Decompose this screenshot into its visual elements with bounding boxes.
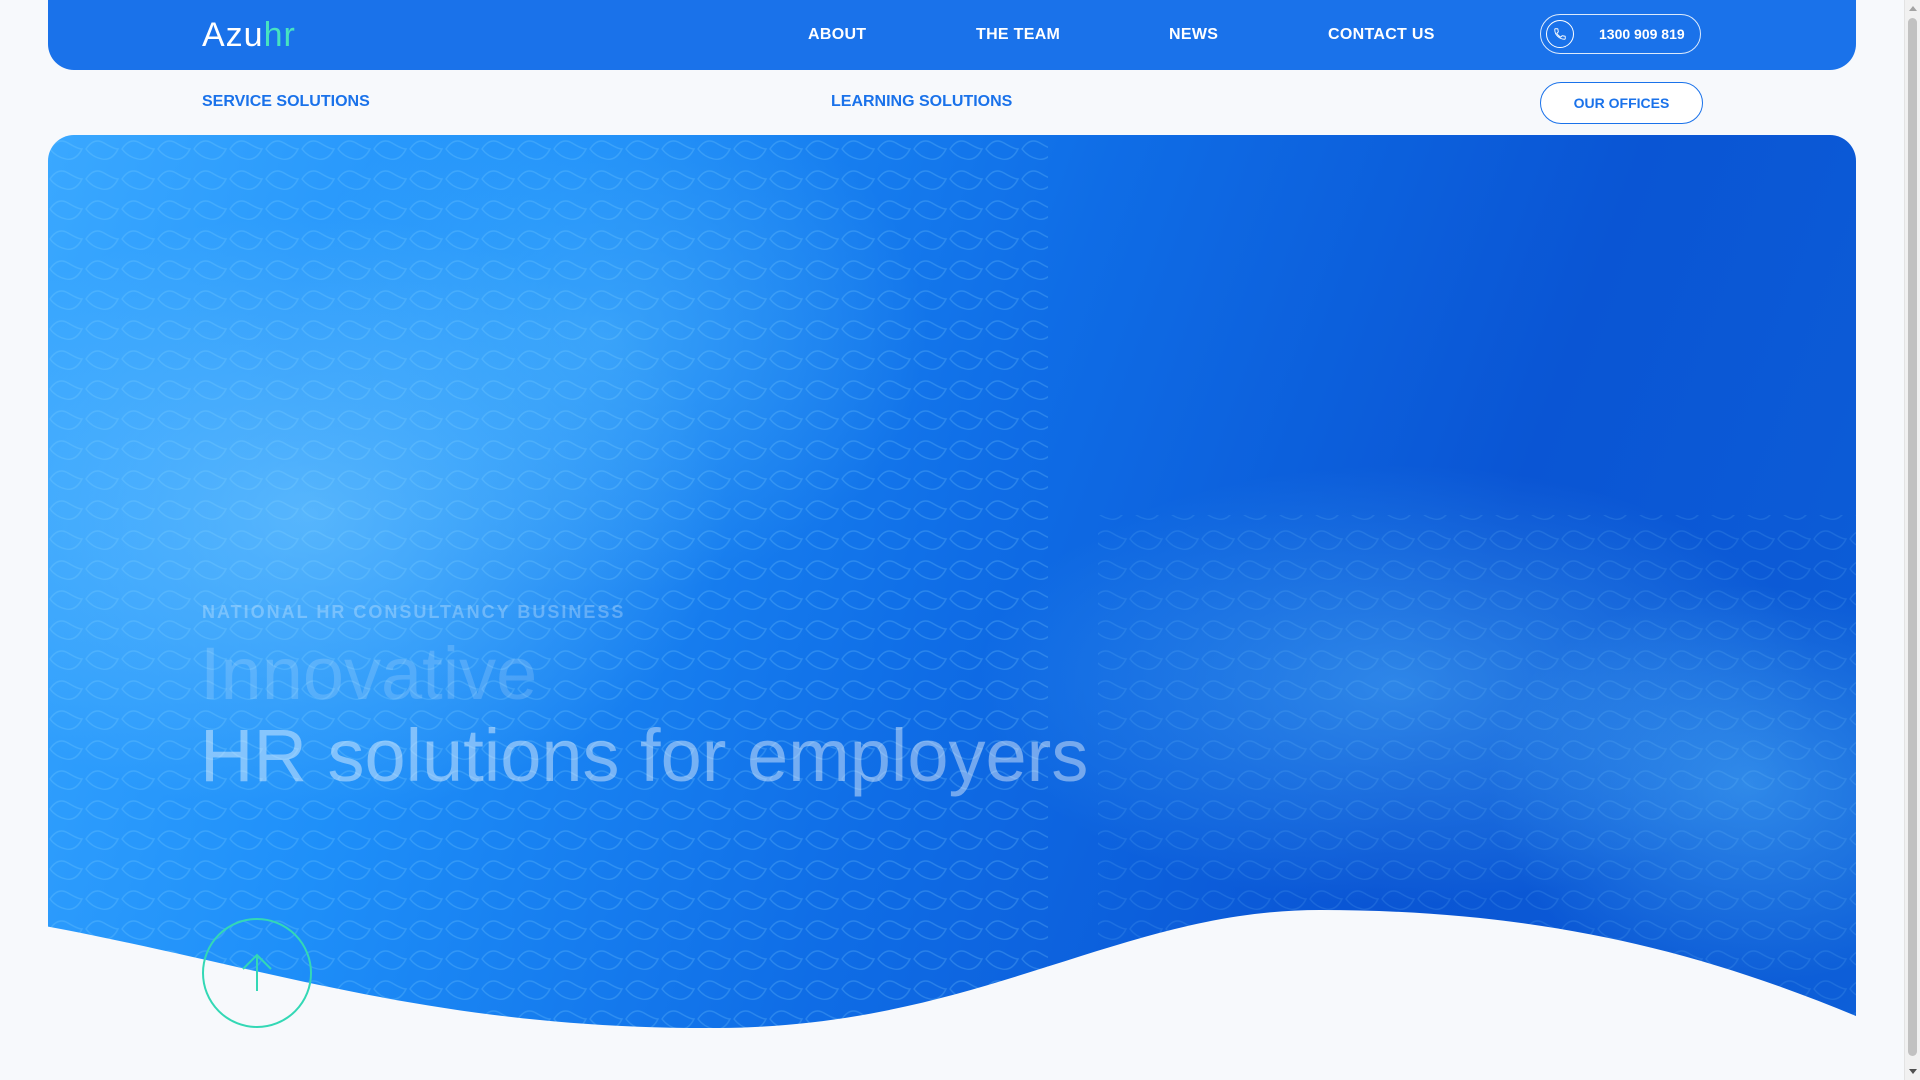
nav-about[interactable]: ABOUT <box>808 26 866 44</box>
left-margin <box>0 0 48 1080</box>
right-margin <box>1856 135 1904 1080</box>
hero-headline-line2: HR solutions for employers <box>200 714 1089 797</box>
phone-icon <box>1546 20 1574 48</box>
top-navigation-bar: Azuhr ABOUT THE TEAM NEWS CONTACT US 130… <box>48 0 1856 70</box>
nav-news[interactable]: NEWS <box>1169 26 1218 44</box>
hero-headline: Innovative HR solutions for employers <box>200 633 1088 797</box>
page-scrollbar[interactable] <box>1904 0 1920 1080</box>
page: Azuhr ABOUT THE TEAM NEWS CONTACT US 130… <box>0 0 1904 1080</box>
nav-the-team[interactable]: THE TEAM <box>976 26 1060 44</box>
our-offices-button[interactable]: OUR OFFICES <box>1540 82 1703 124</box>
arrow-up-icon <box>242 953 272 991</box>
phone-button[interactable]: 1300 909 819 <box>1540 14 1701 54</box>
hero-headline-line1: Innovative <box>200 632 538 715</box>
logo-text-hr: hr <box>263 16 296 54</box>
scroll-up-arrow-icon[interactable] <box>1909 6 1917 11</box>
logo-text-azu: Azu <box>202 16 264 54</box>
subnav-service-solutions[interactable]: SERVICE SOLUTIONS <box>202 93 370 111</box>
subnav-learning-solutions[interactable]: LEARNING SOLUTIONS <box>831 93 1012 111</box>
scrollbar-thumb[interactable] <box>1908 18 1917 1056</box>
scroll-top-button[interactable] <box>202 918 312 1028</box>
hero-eyebrow: NATIONAL HR CONSULTANCY BUSINESS <box>202 602 626 622</box>
nav-contact-us[interactable]: CONTACT US <box>1328 26 1435 44</box>
phone-number: 1300 909 819 <box>1599 26 1685 42</box>
scroll-down-arrow-icon[interactable] <box>1909 1069 1917 1074</box>
azuhr-logo[interactable]: Azuhr <box>202 18 296 52</box>
